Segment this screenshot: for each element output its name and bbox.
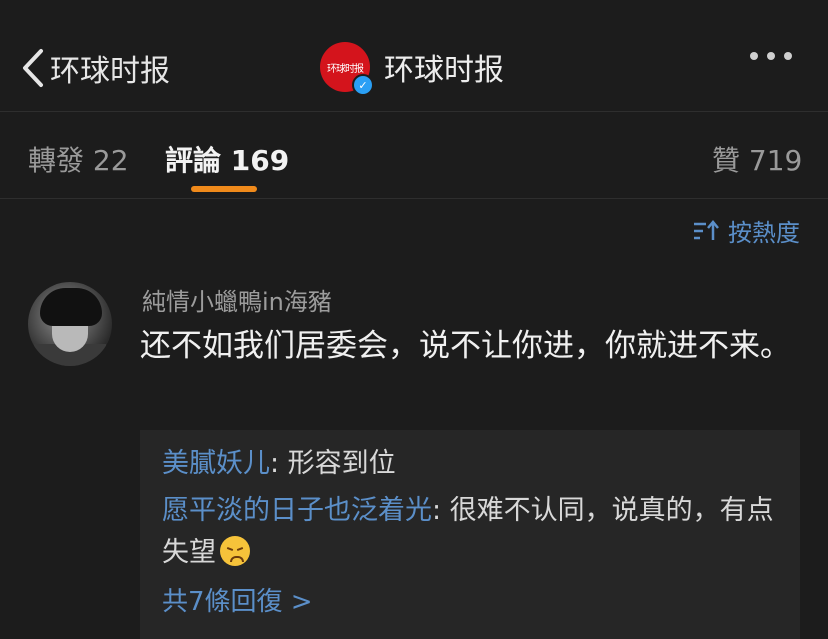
comment-text: 还不如我们居委会，说不让你进，你就进不来。 <box>140 328 791 364</box>
tab-bar: 轉發 22 評論 169 贊 719 <box>0 111 828 199</box>
more-options-icon[interactable] <box>750 52 792 60</box>
tab-count: 719 <box>748 144 803 177</box>
chevron-left-icon <box>23 49 43 87</box>
tab-label: 評論 <box>165 144 222 177</box>
sort-icon <box>694 219 719 240</box>
tab-comments[interactable]: 評論 169 <box>165 139 289 179</box>
disappointed-face-icon <box>220 536 250 566</box>
tab-label: 贊 <box>712 144 741 177</box>
sort-by-hot-button[interactable]: 按熱度 <box>692 213 800 248</box>
back-button[interactable]: 环球时报 <box>20 46 170 90</box>
comment-username[interactable]: 純情小蠟鴨in海豬 <box>142 282 332 317</box>
dot <box>750 52 758 60</box>
account-avatar[interactable]: 环球时报 ✓ <box>320 42 374 96</box>
dot <box>784 52 792 60</box>
account-header[interactable]: 环球时报 ✓ 环球时报 <box>320 42 504 96</box>
back-label: 环球时报 <box>50 54 170 89</box>
tab-reposts[interactable]: 轉發 22 <box>28 139 129 179</box>
avatar[interactable] <box>28 282 112 366</box>
tab-label: 轉發 <box>28 144 85 177</box>
tab-count: 169 <box>230 144 290 177</box>
reply-item: 愿平淡的日子也泛着光: 很难不认同，说真的，有点失望 <box>162 490 782 574</box>
active-tab-indicator <box>191 186 257 192</box>
reply-username[interactable]: 美膩妖儿 <box>162 448 270 479</box>
tab-count: 22 <box>92 144 129 177</box>
tab-likes[interactable]: 贊 719 <box>712 139 802 179</box>
account-title: 环球时报 <box>384 53 504 88</box>
verified-badge-icon: ✓ <box>352 74 374 96</box>
view-all-replies-link[interactable]: 共7條回復 > <box>162 581 313 618</box>
reply-preview-box[interactable]: 美膩妖儿: 形容到位 愿平淡的日子也泛着光: 很难不认同，说真的，有点失望 共7… <box>140 430 800 639</box>
reply-item: 美膩妖儿: 形容到位 <box>162 443 782 485</box>
logo-text: 环球时报 <box>327 63 364 75</box>
reply-username[interactable]: 愿平淡的日子也泛着光 <box>162 495 432 526</box>
reply-text: : 形容到位 <box>270 448 396 479</box>
dot <box>767 52 775 60</box>
sort-label: 按熱度 <box>728 219 800 247</box>
top-bar: 环球时报 环球时报 ✓ 环球时报 <box>0 0 828 112</box>
